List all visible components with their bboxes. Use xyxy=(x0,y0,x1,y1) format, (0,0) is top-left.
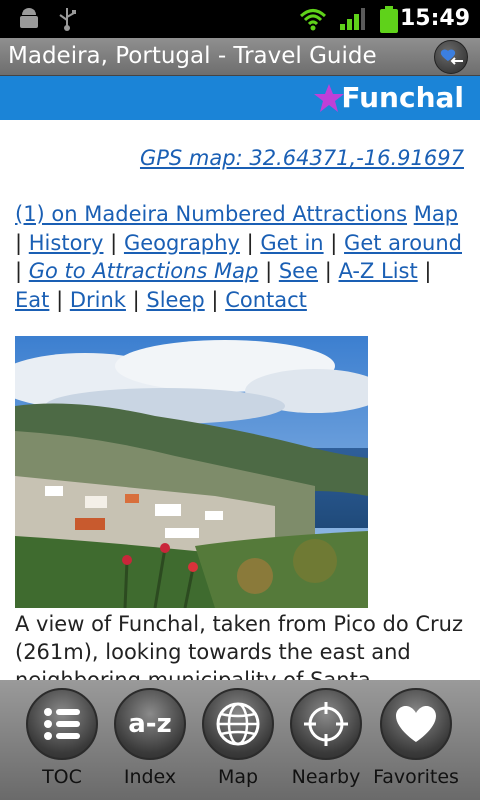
crosshair-icon xyxy=(304,702,348,746)
separator: | xyxy=(15,230,23,255)
toc-button[interactable]: TOC xyxy=(14,680,110,800)
nearby-button-circle xyxy=(290,688,362,760)
toc-button-circle xyxy=(26,688,98,760)
globe-icon xyxy=(216,702,260,746)
wifi-icon xyxy=(298,6,328,36)
map-button[interactable]: Map xyxy=(190,680,286,800)
signal-icon xyxy=(338,6,366,36)
separator: | xyxy=(265,259,273,283)
favorites-button[interactable]: Favorites xyxy=(368,680,464,800)
bottom-toolbar: TOC a-z Index Map Nearby Favorites xyxy=(0,680,480,800)
toc-label: TOC xyxy=(42,766,82,788)
link-get-around[interactable]: Get around xyxy=(344,231,462,255)
link-history[interactable]: History xyxy=(29,231,104,255)
link-sleep[interactable]: Sleep xyxy=(146,288,204,312)
az-icon: a-z xyxy=(128,709,171,739)
favorites-button-circle xyxy=(380,688,452,760)
status-bar: 15:49 xyxy=(0,0,480,38)
add-favorite-button[interactable] xyxy=(434,40,468,74)
separator: | xyxy=(324,259,332,283)
link-contact[interactable]: Contact xyxy=(225,288,307,312)
page-heading-bar: Funchal xyxy=(0,76,480,120)
app-title-bar: Madeira, Portugal - Travel Guide xyxy=(0,38,480,76)
funchal-photo[interactable] xyxy=(15,336,368,608)
nearby-label: Nearby xyxy=(291,766,361,788)
index-button-circle: a-z xyxy=(114,688,186,760)
separator: | xyxy=(211,287,219,312)
heart-arrow-icon xyxy=(440,49,463,65)
link-get-in[interactable]: Get in xyxy=(260,231,323,255)
list-icon xyxy=(44,708,80,740)
link-drink[interactable]: Drink xyxy=(70,288,126,312)
usb-icon xyxy=(56,6,78,36)
separator: | xyxy=(246,230,254,255)
nearby-button[interactable]: Nearby xyxy=(278,680,374,800)
az-icon-text: a-z xyxy=(128,709,171,739)
app-title: Madeira, Portugal - Travel Guide xyxy=(8,43,377,69)
link-geography[interactable]: Geography xyxy=(124,231,240,255)
clock: 15:49 xyxy=(399,6,470,31)
separator: | xyxy=(56,287,64,312)
star-icon[interactable] xyxy=(313,82,345,118)
heart-icon xyxy=(396,706,436,742)
map-label: Map xyxy=(217,766,259,788)
index-label: Index xyxy=(123,766,177,788)
link-numbered-attractions[interactable]: (1) on Madeira Numbered Attractions xyxy=(15,202,407,226)
separator: | xyxy=(15,259,23,283)
link-attractions-map[interactable]: Go to Attractions Map xyxy=(29,259,259,283)
map-button-circle xyxy=(202,688,274,760)
article-content[interactable]: GPS map: 32.64371,-16.91697 (1) on Madei… xyxy=(0,120,480,680)
link-az-list[interactable]: A-Z List xyxy=(338,259,417,283)
android-debug-icon xyxy=(16,6,42,36)
separator: | xyxy=(330,230,338,255)
link-eat[interactable]: Eat xyxy=(15,288,49,312)
index-button[interactable]: a-z Index xyxy=(102,680,198,800)
section-links: (1) on Madeira Numbered Attractions Map … xyxy=(15,200,470,314)
link-map[interactable]: Map xyxy=(414,202,458,226)
link-see[interactable]: See xyxy=(279,259,318,283)
photo-caption: A view of Funchal, taken from Pico do Cr… xyxy=(15,612,464,680)
battery-icon xyxy=(378,6,400,38)
favorites-label: Favorites xyxy=(373,766,459,788)
separator: | xyxy=(110,230,118,255)
gps-map-link[interactable]: GPS map: 32.64371,-16.91697 xyxy=(140,146,464,170)
page-title: Funchal xyxy=(341,81,464,114)
separator: | xyxy=(132,287,140,312)
separator: | xyxy=(424,259,432,283)
